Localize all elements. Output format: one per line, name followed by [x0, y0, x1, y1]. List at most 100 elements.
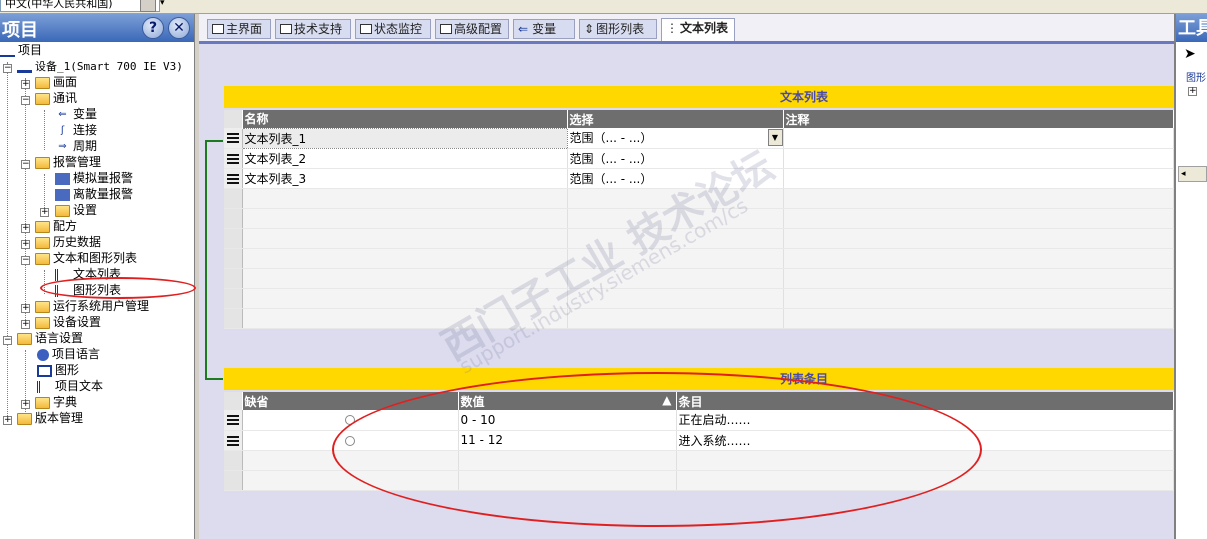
chevron-down-icon[interactable]: ▾	[160, 0, 165, 8]
help-icon[interactable]: ?	[142, 17, 164, 39]
column-header-comment[interactable]: 注释	[783, 110, 1174, 128]
close-icon[interactable]: ✕	[168, 17, 190, 39]
table-header-row: 名称 选择 注释	[224, 110, 1174, 128]
tree-item-text-graphic-lists[interactable]: 文本和图形列表	[35, 250, 137, 266]
row-handle[interactable]	[224, 168, 243, 189]
column-header-selection[interactable]: 选择	[567, 110, 784, 128]
empty-cell[interactable]	[783, 308, 1174, 329]
horizontal-scrollbar[interactable]: ◂	[1178, 166, 1207, 182]
chevron-down-icon[interactable]: ▼	[767, 129, 782, 146]
row-handle[interactable]	[224, 430, 243, 451]
tree-item-discrete-alarms[interactable]: 离散量报警	[55, 186, 133, 202]
expand-icon[interactable]: +	[3, 416, 12, 425]
row-handle[interactable]	[224, 188, 243, 209]
tree-item-cycles[interactable]: ⇒ 周期	[55, 138, 97, 154]
tab-variables[interactable]: ⇐ 变量	[513, 19, 575, 39]
tree-item-communication[interactable]: 通讯	[35, 90, 77, 106]
collapse-icon[interactable]: −	[3, 336, 12, 345]
tab-tech-support[interactable]: 技术支持	[275, 19, 351, 39]
empty-cell[interactable]	[783, 288, 1174, 309]
cell-name[interactable]: 文本列表_3	[242, 168, 568, 189]
empty-cell[interactable]	[242, 188, 568, 209]
empty-cell[interactable]	[242, 208, 568, 229]
tree-item-label: 设备_1(Smart 700 IE V3)	[35, 60, 183, 73]
tree-item-runtime-user-admin[interactable]: 运行系统用户管理	[35, 298, 149, 314]
tree-item-version-management[interactable]: 版本管理	[17, 410, 83, 426]
expand-icon[interactable]: +	[21, 304, 30, 313]
collapse-icon[interactable]: −	[21, 96, 30, 105]
row-handle[interactable]	[224, 148, 243, 169]
tree-item-label: 历史数据	[53, 235, 102, 249]
expand-icon[interactable]: +	[21, 224, 30, 233]
empty-cell[interactable]	[783, 248, 1174, 269]
collapse-icon[interactable]: −	[3, 64, 12, 73]
tab-text-lists[interactable]: ⋮ 文本列表	[661, 18, 735, 42]
cell-comment[interactable]	[783, 168, 1174, 189]
tree-item-graphics[interactable]: 图形	[37, 362, 79, 378]
row-handle[interactable]	[224, 248, 243, 269]
expand-icon[interactable]: +	[21, 400, 30, 409]
language-combo[interactable]: 中文(中华人民共和国)	[0, 0, 160, 12]
cell-name[interactable]: 文本列表_1	[241, 127, 568, 149]
expand-icon[interactable]: +	[21, 320, 30, 329]
empty-cell[interactable]	[567, 308, 784, 329]
empty-cell[interactable]	[783, 228, 1174, 249]
row-handle[interactable]	[224, 450, 243, 471]
tools-panel-sub[interactable]: 图形	[1186, 69, 1207, 84]
empty-row[interactable]	[224, 268, 1174, 289]
tree-item-project-languages[interactable]: 项目语言	[37, 346, 100, 362]
tree-item-variables[interactable]: ⇐ 变量	[55, 106, 97, 122]
tree-item-historical-data[interactable]: 历史数据	[35, 234, 101, 250]
empty-cell[interactable]	[242, 228, 568, 249]
expand-icon[interactable]: +	[40, 208, 49, 217]
tree-item-screens[interactable]: 画面	[35, 74, 77, 90]
tree-item-device[interactable]: 设备_1(Smart 700 IE V3)	[17, 58, 183, 74]
row-handle[interactable]	[224, 308, 243, 329]
column-header-name[interactable]: 名称	[242, 110, 568, 128]
tree-item-project-texts[interactable]: 项目文本	[37, 378, 103, 394]
tab-graphic-lists[interactable]: ⇕ 图形列表	[579, 19, 657, 39]
tree-item-language-settings[interactable]: 语言设置	[17, 330, 83, 346]
tree-item-connections[interactable]: ʃ 连接	[55, 122, 97, 138]
expand-icon[interactable]: +	[1188, 87, 1197, 96]
tree-item-project[interactable]: 项目	[0, 42, 42, 58]
row-handle[interactable]	[224, 128, 243, 149]
empty-row[interactable]	[224, 308, 1174, 329]
table-row[interactable]: 文本列表_1 范围（... - ...） ▼	[224, 127, 1174, 149]
tree-item-alarm-management[interactable]: 报警管理	[35, 154, 101, 170]
row-handle[interactable]	[224, 228, 243, 249]
language-combo-button[interactable]	[140, 0, 156, 12]
row-handle[interactable]	[224, 470, 243, 491]
empty-cell[interactable]	[783, 208, 1174, 229]
tree-item-analog-alarms[interactable]: 模拟量报警	[55, 170, 133, 186]
text-list-section-header: 文本列表	[224, 86, 1174, 108]
row-handle[interactable]	[224, 208, 243, 229]
project-panel: 项目 ? ✕ 项目 − 设备_1(Smart 700 IE V3) + 画面 −…	[0, 14, 196, 539]
cycle-icon: ⇒	[58, 140, 67, 152]
row-handle[interactable]	[224, 268, 243, 289]
row-handle[interactable]	[224, 288, 243, 309]
tree-item-device-settings[interactable]: 设备设置	[35, 314, 101, 330]
pointer-icon[interactable]: ➤	[1184, 46, 1196, 62]
analog-alarm-icon	[55, 172, 70, 185]
tab-advanced-config[interactable]: 高级配置	[435, 19, 509, 39]
tree-item-dictionaries[interactable]: 字典	[35, 394, 77, 410]
expand-icon[interactable]: +	[21, 80, 30, 89]
empty-cell[interactable]	[242, 248, 568, 269]
empty-row[interactable]	[224, 288, 1174, 309]
empty-row[interactable]	[224, 248, 1174, 269]
empty-cell[interactable]	[783, 188, 1174, 209]
tree-item-alarm-settings[interactable]: 设置	[55, 202, 97, 218]
tab-status-monitor[interactable]: 状态监控	[355, 19, 431, 39]
collapse-icon[interactable]: −	[21, 256, 30, 265]
tree-item-recipes[interactable]: 配方	[35, 218, 77, 234]
tab-main-screen[interactable]: 主界面	[207, 19, 271, 39]
tab-underline	[199, 41, 1174, 44]
collapse-icon[interactable]: −	[21, 160, 30, 169]
row-handle[interactable]	[224, 410, 243, 431]
cell-comment[interactable]	[783, 128, 1174, 149]
empty-cell[interactable]	[783, 268, 1174, 289]
cell-name[interactable]: 文本列表_2	[242, 148, 568, 169]
expand-icon[interactable]: +	[21, 240, 30, 249]
cell-comment[interactable]	[783, 148, 1174, 169]
